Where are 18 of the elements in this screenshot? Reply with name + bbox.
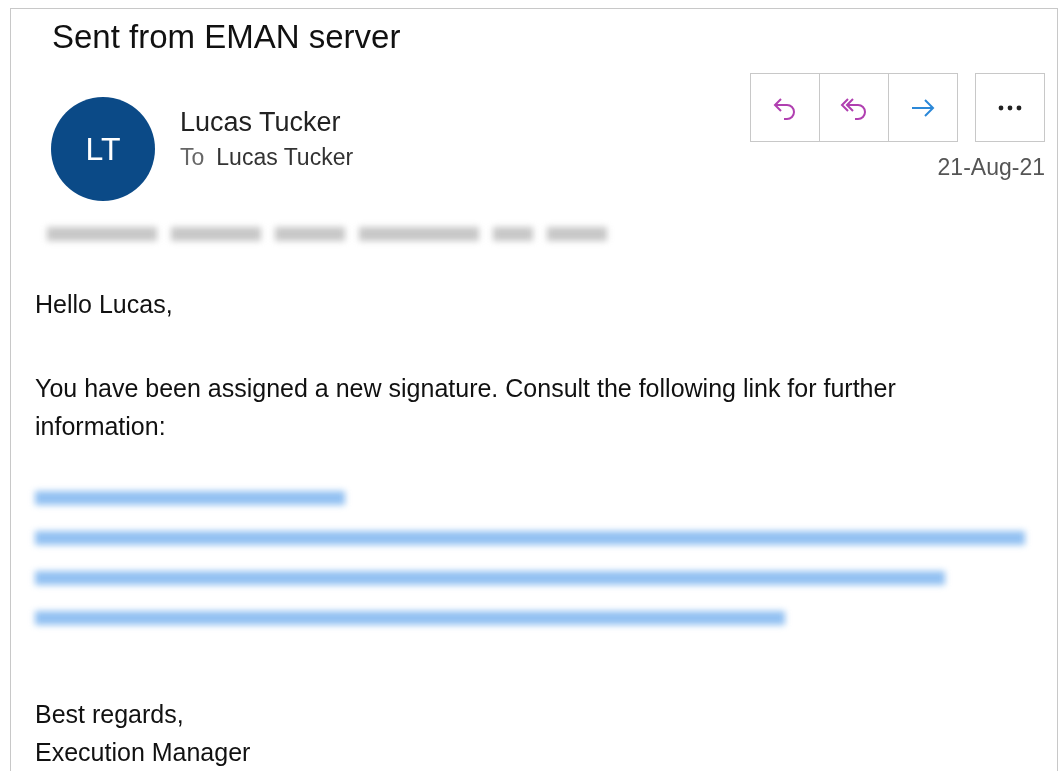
more-button[interactable]	[975, 73, 1045, 142]
greeting-text: Hello Lucas,	[35, 289, 174, 320]
forward-button[interactable]	[888, 73, 958, 142]
recipient-name: Lucas Tucker	[216, 144, 354, 171]
closing-text: Best regards,	[35, 699, 185, 730]
sender-name: Lucas Tucker	[180, 107, 342, 138]
body-paragraph: You have been assigned a new signature. Consult the following link for further information:	[35, 373, 897, 442]
reply-icon	[772, 95, 798, 120]
reply-all-icon	[839, 95, 869, 120]
to-label: To	[180, 144, 205, 171]
signature-text: Execution Manager	[35, 737, 252, 768]
forward-icon	[910, 97, 936, 118]
reply-all-button[interactable]	[819, 73, 889, 142]
email-date: 21-Aug-21	[937, 154, 1045, 181]
reply-button[interactable]	[750, 73, 820, 142]
more-icon	[998, 104, 1022, 111]
email-subject: Sent from EMAN server	[52, 17, 402, 57]
avatar: LT	[51, 97, 155, 201]
